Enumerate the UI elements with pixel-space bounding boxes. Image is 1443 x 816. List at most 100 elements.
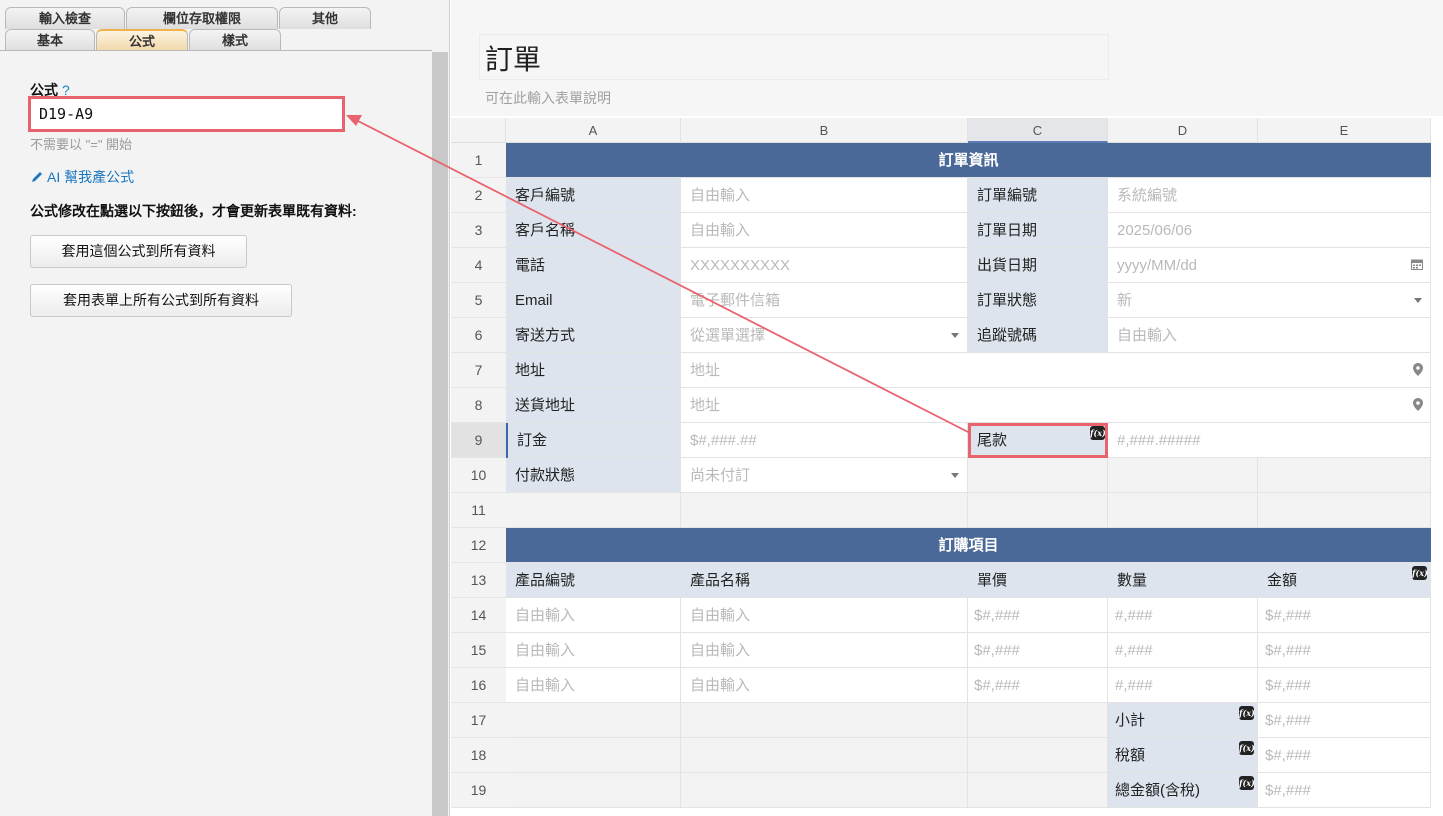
item-cell[interactable]: $#,### [968,598,1108,633]
panel-scrollbar[interactable] [432,52,448,816]
empty-cell[interactable] [1108,458,1258,493]
row-header[interactable]: 5 [451,283,506,318]
field-input[interactable]: 2025/06/06 [1108,213,1431,248]
row-header[interactable]: 18 [451,738,506,773]
column-header-b[interactable]: B [681,118,968,143]
form-description[interactable]: 可在此輸入表單說明 [485,88,611,108]
field-label[interactable]: 訂單狀態 [968,283,1108,318]
empty-cell[interactable] [681,493,968,528]
item-cell[interactable]: $#,### [1258,633,1431,668]
empty-cell[interactable] [968,738,1108,773]
row-header[interactable]: 13 [451,563,506,598]
empty-cell[interactable] [968,773,1108,808]
tab-other[interactable]: 其他 [279,7,371,29]
row-header[interactable]: 9 [451,423,506,458]
item-cell[interactable]: #,### [1108,598,1258,633]
item-cell[interactable]: 自由輸入 [681,633,968,668]
chevron-down-icon[interactable] [951,333,959,338]
column-header-d[interactable]: D [1108,118,1258,143]
empty-cell[interactable] [681,703,968,738]
item-cell[interactable]: 自由輸入 [506,633,681,668]
chevron-down-icon[interactable] [1414,298,1422,303]
empty-cell[interactable] [1108,493,1258,528]
item-cell[interactable]: 自由輸入 [506,598,681,633]
row-header[interactable]: 6 [451,318,506,353]
field-label[interactable]: 訂單編號 [968,178,1108,213]
balance-formula-cell[interactable]: 尾款 f(x) [968,423,1108,458]
items-header[interactable]: 數量 [1108,563,1258,598]
map-pin-icon[interactable] [1413,398,1423,411]
field-input[interactable]: 自由輸入 [681,178,968,213]
empty-cell[interactable] [1258,493,1431,528]
tab-style[interactable]: 樣式 [189,29,281,51]
chevron-down-icon[interactable] [951,473,959,478]
field-input[interactable]: #,###.##### [1108,423,1431,458]
field-label[interactable]: Email [506,283,681,318]
field-label[interactable]: 地址 [506,353,681,388]
field-input[interactable]: 系統編號 [1108,178,1431,213]
row-header[interactable]: 3 [451,213,506,248]
form-title[interactable]: 訂單 [485,38,541,78]
item-cell[interactable]: $#,### [968,668,1108,703]
item-cell[interactable]: 自由輸入 [681,598,968,633]
empty-cell[interactable] [681,738,968,773]
calendar-icon[interactable] [1411,258,1423,270]
row-header[interactable]: 10 [451,458,506,493]
tab-formula[interactable]: 公式 [96,29,188,51]
ai-formula-link[interactable]: AI 幫我產公式 [30,167,134,187]
empty-cell[interactable] [968,703,1108,738]
tab-field-access[interactable]: 欄位存取權限 [126,7,278,29]
empty-cell[interactable] [968,458,1108,493]
ai-formula-link-text[interactable]: AI 幫我產公式 [47,169,134,185]
row-header[interactable]: 7 [451,353,506,388]
field-input[interactable]: 自由輸入 [681,213,968,248]
field-label[interactable]: 追蹤號碼 [968,318,1108,353]
apply-all-formulas-button[interactable]: 套用表單上所有公式到所有資料 [30,284,292,317]
row-header[interactable]: 8 [451,388,506,423]
field-input[interactable]: 電子郵件信箱 [681,283,968,318]
total-label[interactable]: 總金額(含稅) f(x) [1108,773,1258,808]
empty-cell[interactable] [506,773,681,808]
field-input[interactable]: $#,###.## [681,423,968,458]
empty-cell[interactable] [506,493,681,528]
items-header[interactable]: 產品名稱 [681,563,968,598]
map-pin-icon[interactable] [1413,363,1423,376]
row-header[interactable]: 4 [451,248,506,283]
item-cell[interactable]: 自由輸入 [506,668,681,703]
section-header-order-items[interactable]: 訂購項目 [506,528,1431,563]
empty-cell[interactable] [506,738,681,773]
field-label[interactable]: 送貨地址 [506,388,681,423]
item-cell[interactable]: $#,### [1258,598,1431,633]
row-header[interactable]: 11 [451,493,506,528]
tax-label[interactable]: 稅額 f(x) [1108,738,1258,773]
row-header[interactable]: 2 [451,178,506,213]
column-header-a[interactable]: A [506,118,681,143]
tab-basic[interactable]: 基本 [5,29,95,51]
total-value[interactable]: $#,### [1258,773,1431,808]
delivery-address-field[interactable]: 地址 [681,388,1431,423]
column-header-e[interactable]: E [1258,118,1431,143]
address-field[interactable]: 地址 [681,353,1431,388]
field-label[interactable]: 出貨日期 [968,248,1108,283]
subtotal-value[interactable]: $#,### [1258,703,1431,738]
field-input[interactable]: XXXXXXXXXX [681,248,968,283]
item-cell[interactable]: $#,### [1258,668,1431,703]
item-cell[interactable]: #,### [1108,668,1258,703]
column-header-c[interactable]: C [968,118,1108,143]
ship-method-dropdown[interactable]: 從選單選擇 [681,318,968,353]
apply-this-formula-button[interactable]: 套用這個公式到所有資料 [30,235,247,268]
field-label[interactable]: 電話 [506,248,681,283]
item-cell[interactable]: $#,### [968,633,1108,668]
field-label[interactable]: 付款狀態 [506,458,681,493]
row-header[interactable]: 19 [451,773,506,808]
items-header[interactable]: 單價 [968,563,1108,598]
items-header-amount[interactable]: 金額 f(x) [1258,563,1431,598]
status-dropdown[interactable]: 新 [1108,283,1431,318]
field-input[interactable]: 自由輸入 [1108,318,1431,353]
section-header-order-info[interactable]: 訂單資訊 [506,143,1431,178]
row-header[interactable]: 12 [451,528,506,563]
empty-cell[interactable] [968,493,1108,528]
field-label[interactable]: 訂單日期 [968,213,1108,248]
items-header[interactable]: 產品編號 [506,563,681,598]
row-header[interactable]: 16 [451,668,506,703]
